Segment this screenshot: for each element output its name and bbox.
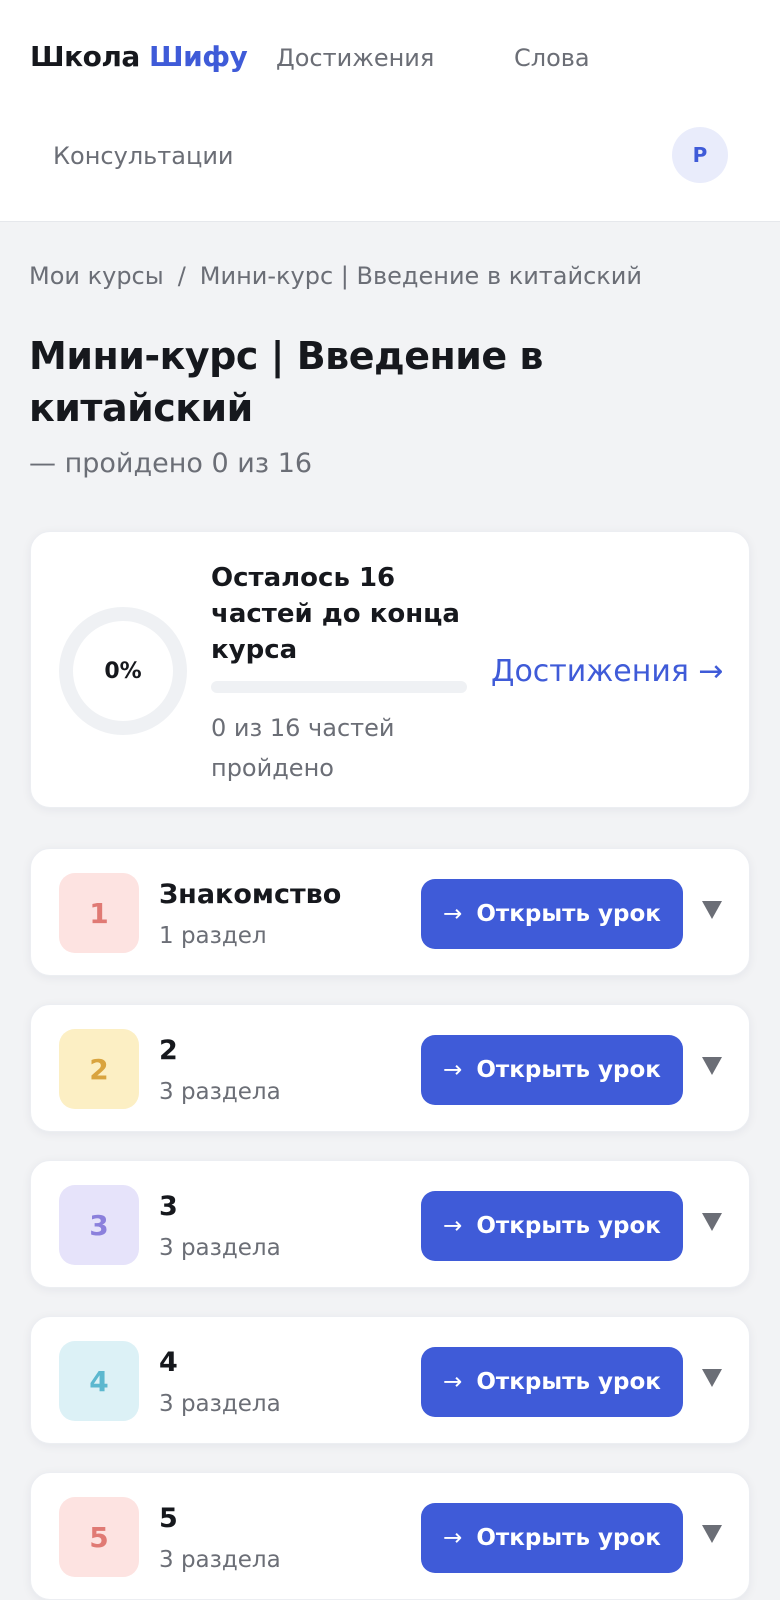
nav-achievements[interactable]: Достижения <box>276 44 434 72</box>
lesson-title: 5 <box>159 1503 178 1534</box>
chevron-down-icon[interactable] <box>702 1057 722 1075</box>
progress-card: 0% Осталось 16 частей до конца курса 0 и… <box>30 531 750 808</box>
open-lesson-label: Открыть урок <box>476 1369 661 1395</box>
open-lesson-label: Открыть урок <box>476 1213 661 1239</box>
progress-bar <box>211 681 467 693</box>
lesson-row: 1 Знакомство 1 раздел → Открыть урок <box>30 848 750 976</box>
lesson-title: 3 <box>159 1191 178 1222</box>
open-lesson-button[interactable]: → Открыть урок <box>421 1503 683 1573</box>
lesson-sections-count: 3 раздела <box>159 1235 281 1261</box>
parts-done-text: 0 из 16 частей пройдено <box>211 714 395 782</box>
nav-words[interactable]: Слова <box>514 44 590 72</box>
open-lesson-label: Открыть урок <box>476 1057 661 1083</box>
lesson-row: 22 3 раздела → Открыть урок <box>30 1004 750 1132</box>
chevron-down-icon[interactable] <box>702 1213 722 1231</box>
arrow-right-icon: → <box>443 901 463 927</box>
chevron-down-icon[interactable] <box>702 901 722 919</box>
lesson-sections-count: 1 раздел <box>159 923 267 949</box>
lesson-title: 2 <box>159 1035 178 1066</box>
lesson-title: Знакомство <box>159 879 342 910</box>
remaining-parts-text: Осталось 16 частей до конца курса <box>211 563 460 665</box>
breadcrumb: Мои курсы / Мини-курс | Введение в китайск… <box>29 262 642 290</box>
open-lesson-label: Открыть урок <box>476 1525 661 1551</box>
progress-percent: 0% <box>104 658 142 684</box>
lesson-sections-count: 3 раздела <box>159 1079 281 1105</box>
arrow-right-icon: → <box>443 1525 463 1551</box>
lesson-sections-count: 3 раздела <box>159 1547 281 1573</box>
open-lesson-button[interactable]: → Открыть урок <box>421 1035 683 1105</box>
lesson-number-badge: 4 <box>59 1341 139 1421</box>
logo-main: Школа <box>30 40 140 73</box>
breadcrumb-my-courses[interactable]: Мои курсы <box>29 262 164 290</box>
breadcrumb-current: Мини-курс | Введение в китайский <box>199 262 642 290</box>
open-lesson-label: Открыть урок <box>476 901 661 927</box>
lesson-sections-count: 3 раздела <box>159 1391 281 1417</box>
lesson-number-badge: 1 <box>59 873 139 953</box>
logo-accent: Шифу <box>148 40 248 73</box>
logo[interactable]: Школа Шифу <box>30 40 248 73</box>
progress-ring: 0% <box>59 607 187 735</box>
lesson-number-badge: 2 <box>59 1029 139 1109</box>
chevron-down-icon[interactable] <box>702 1525 722 1543</box>
open-lesson-button[interactable]: → Открыть урок <box>421 1191 683 1261</box>
chevron-down-icon[interactable] <box>702 1369 722 1387</box>
breadcrumb-separator: / <box>177 262 186 290</box>
open-lesson-button[interactable]: → Открыть урок <box>421 879 683 949</box>
course-progress-subtitle: — пройдено 0 из 16 <box>29 448 313 479</box>
lesson-number-badge: 3 <box>59 1185 139 1265</box>
lesson-row: 55 3 раздела → Открыть урок <box>30 1472 750 1600</box>
top-header: Школа Шифу Достижения Слова Консультации… <box>0 0 780 222</box>
lesson-number-badge: 5 <box>59 1497 139 1577</box>
arrow-right-icon: → <box>443 1369 463 1395</box>
open-lesson-button[interactable]: → Открыть урок <box>421 1347 683 1417</box>
arrow-right-icon: → <box>443 1057 463 1083</box>
nav-consultations[interactable]: Консультации <box>53 142 234 170</box>
lesson-title: 4 <box>159 1347 178 1378</box>
lesson-row: 33 3 раздела → Открыть урок <box>30 1160 750 1288</box>
page-title: Мини-курс | Введение в китайский <box>29 334 543 430</box>
lesson-row: 44 3 раздела → Открыть урок <box>30 1316 750 1444</box>
achievements-link[interactable]: Достижения → <box>491 654 724 689</box>
avatar[interactable]: Р <box>672 127 728 183</box>
arrow-right-icon: → <box>443 1213 463 1239</box>
